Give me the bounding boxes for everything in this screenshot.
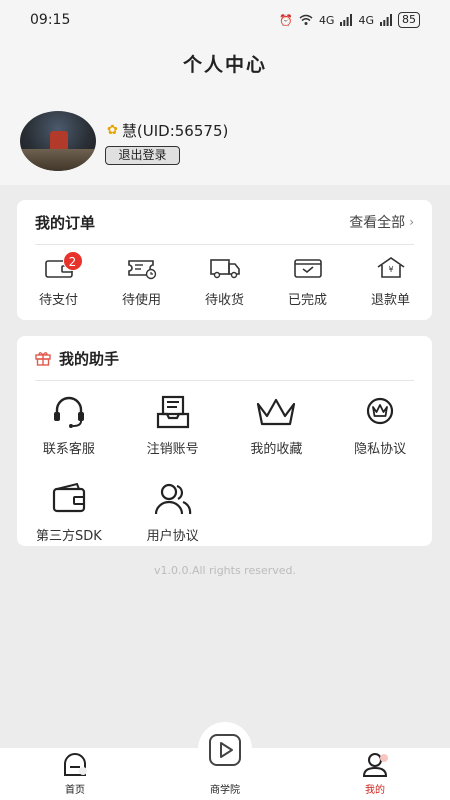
order-item-label: 已完成 bbox=[287, 293, 327, 308]
pending-payment-badge: 2 bbox=[62, 251, 83, 271]
tab-label: 我的 bbox=[365, 785, 385, 796]
signal-icon bbox=[340, 14, 353, 26]
sunflower-icon: ✿ bbox=[107, 123, 118, 138]
view-all-label: 查看全部 bbox=[349, 215, 406, 231]
helper-item-label: 第三方SDK bbox=[35, 529, 102, 544]
completed-box-icon bbox=[293, 259, 322, 278]
profile-header: 个人中心 ✿ 慧(UID:56575) 退出登录 bbox=[0, 40, 450, 185]
status-icons: ⏰ 4G 4G 85 bbox=[279, 12, 420, 28]
orders-header: 我的订单 查看全部 › bbox=[35, 200, 414, 245]
helper-item-customer-service[interactable]: 联系客服 bbox=[17, 394, 121, 457]
alarm-icon: ⏰ bbox=[279, 13, 293, 27]
view-all-orders-link[interactable]: 查看全部 › bbox=[349, 212, 414, 232]
user-icon bbox=[362, 753, 388, 777]
headset-icon bbox=[53, 396, 84, 428]
ticket-icon bbox=[127, 260, 156, 280]
wifi-icon bbox=[299, 14, 313, 25]
helper-card: 我的助手 联系客服 注销账号 我的收藏 隐私协议 第三方SDK 用户协议 bbox=[17, 336, 432, 546]
battery-indicator: 85 bbox=[398, 12, 420, 28]
users-icon bbox=[154, 483, 191, 515]
logout-button[interactable]: 退出登录 bbox=[105, 146, 180, 165]
helper-header: 我的助手 bbox=[35, 336, 414, 381]
order-item-label: 退款单 bbox=[370, 293, 410, 308]
status-bar: 09:15 ⏰ 4G 4G 85 bbox=[0, 0, 450, 40]
helper-item-label: 隐私协议 bbox=[354, 442, 407, 457]
gift-icon bbox=[35, 352, 51, 366]
crown-icon bbox=[257, 398, 296, 426]
orders-card: 我的订单 查看全部 › 2 待支付 待使用 待收货 已完成 ¥ 退款单 bbox=[17, 200, 432, 320]
helper-item-user-agreement[interactable]: 用户协议 bbox=[121, 481, 225, 544]
helper-item-label: 注销账号 bbox=[146, 442, 199, 457]
orders-title: 我的订单 bbox=[35, 213, 96, 232]
order-item-label: 待收货 bbox=[204, 293, 244, 308]
helper-item-label: 用户协议 bbox=[146, 529, 199, 544]
helper-title: 我的助手 bbox=[59, 349, 120, 368]
helper-item-label: 我的收藏 bbox=[250, 442, 303, 457]
helper-item-favorites[interactable]: 我的收藏 bbox=[225, 394, 329, 457]
network-label-2: 4G bbox=[358, 13, 374, 27]
helper-item-privacy[interactable]: 隐私协议 bbox=[328, 394, 432, 457]
order-item-label: 待支付 bbox=[38, 293, 78, 308]
tab-label: 商学院 bbox=[210, 785, 240, 796]
play-icon[interactable] bbox=[207, 732, 243, 768]
tab-label: 首页 bbox=[65, 785, 85, 796]
chevron-right-icon: › bbox=[409, 215, 414, 229]
wallet-card-icon bbox=[52, 482, 85, 513]
helper-item-delete-account[interactable]: 注销账号 bbox=[121, 394, 225, 457]
helper-item-third-party-sdk[interactable]: 第三方SDK bbox=[17, 481, 121, 544]
signal-icon-2 bbox=[380, 14, 392, 26]
order-item-completed[interactable]: 已完成 bbox=[266, 255, 349, 315]
helper-item-label: 联系客服 bbox=[42, 442, 95, 457]
order-item-to-use[interactable]: 待使用 bbox=[100, 255, 183, 315]
svg-text:¥: ¥ bbox=[388, 265, 393, 274]
order-item-to-receive[interactable]: 待收货 bbox=[183, 255, 266, 315]
refund-house-icon: ¥ bbox=[377, 257, 404, 278]
username-row: ✿ 慧(UID:56575) bbox=[107, 120, 228, 141]
status-time: 09:15 bbox=[30, 12, 71, 28]
crown-badge-icon bbox=[367, 397, 394, 425]
copyright-text: v1.0.0.All rights reserved. bbox=[153, 564, 297, 577]
network-label-1: 4G bbox=[318, 13, 335, 27]
tab-business-school[interactable]: 商学院 bbox=[150, 779, 300, 800]
inbox-tray-icon bbox=[156, 395, 189, 429]
tab-mine[interactable]: 我的 bbox=[300, 751, 450, 800]
page-title: 个人中心 bbox=[182, 54, 267, 76]
order-item-refund[interactable]: ¥ 退款单 bbox=[349, 255, 432, 315]
avatar[interactable] bbox=[20, 111, 96, 171]
order-item-pending-payment[interactable]: 2 待支付 bbox=[17, 251, 100, 315]
truck-icon bbox=[209, 259, 240, 279]
helper-grid: 联系客服 注销账号 我的收藏 隐私协议 第三方SDK 用户协议 bbox=[17, 394, 432, 544]
order-status-row: 2 待支付 待使用 待收货 已完成 ¥ 退款单 bbox=[17, 251, 432, 315]
tab-home[interactable]: 首页 bbox=[0, 751, 150, 800]
home-icon bbox=[64, 753, 87, 776]
username: 慧(UID:56575) bbox=[121, 122, 229, 140]
order-item-label: 待使用 bbox=[121, 293, 161, 308]
